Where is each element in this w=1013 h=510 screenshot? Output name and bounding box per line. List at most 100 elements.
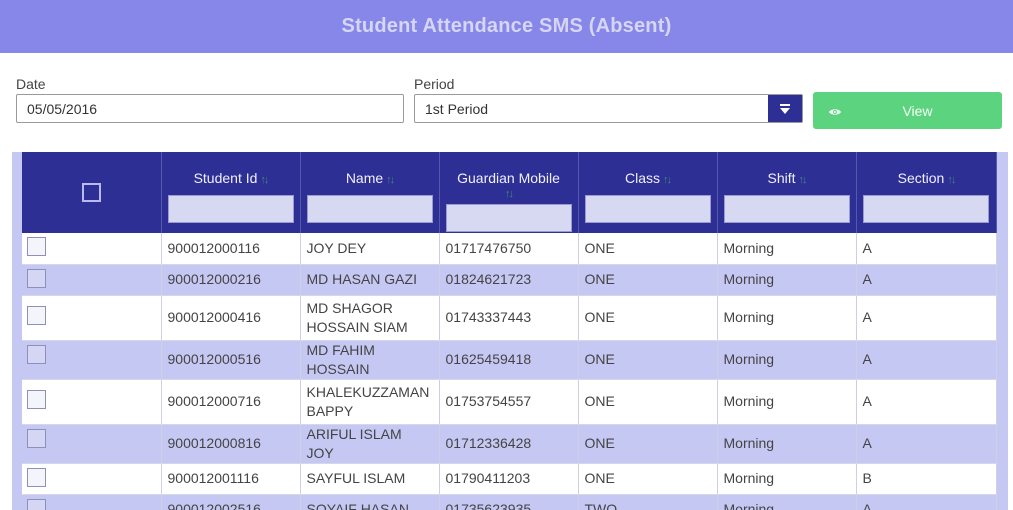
row-select-cell bbox=[22, 424, 162, 464]
name-cell: SAYFUL ISLAM bbox=[300, 463, 440, 495]
view-button[interactable]: View bbox=[813, 92, 1002, 129]
student-id-cell: 900012001116 bbox=[161, 463, 301, 495]
table-row[interactable]: 900012000416 MD SHAGOR HOSSAIN SIAM 0174… bbox=[22, 295, 997, 341]
row-checkbox[interactable] bbox=[27, 428, 46, 448]
row-select-cell bbox=[22, 463, 162, 495]
column-student-id[interactable]: Student Id ↑↓ bbox=[161, 152, 301, 233]
section-cell: A bbox=[856, 340, 997, 380]
class-filter-input[interactable] bbox=[584, 195, 711, 223]
select-all-checkbox[interactable] bbox=[81, 183, 101, 202]
period-select-value: 1st Period bbox=[425, 100, 489, 117]
shift-cell: Morning bbox=[717, 264, 857, 296]
student-id-cell: 900012000116 bbox=[161, 233, 301, 265]
period-select[interactable]: 1st Period bbox=[414, 94, 803, 123]
eye-icon bbox=[828, 104, 842, 120]
student-table: Student Id ↑↓ Name ↑↓ Guardian Mobile ↑↓ Cl… bbox=[22, 152, 997, 510]
shift-cell: Morning bbox=[717, 379, 857, 425]
section-cell: B bbox=[856, 463, 997, 495]
row-select-cell bbox=[22, 295, 162, 341]
page-title: Student Attendance SMS (Absent) bbox=[341, 15, 672, 37]
student-id-cell: 900012002516 bbox=[161, 494, 301, 510]
table-row[interactable]: 900012001116 SAYFUL ISLAM 01790411203 ON… bbox=[22, 463, 997, 495]
student-id-cell: 900012000516 bbox=[161, 340, 301, 380]
row-checkbox[interactable] bbox=[27, 344, 46, 364]
class-cell: ONE bbox=[578, 295, 718, 341]
row-select-cell bbox=[22, 494, 162, 510]
sort-icon[interactable]: ↑↓ bbox=[663, 174, 672, 186]
mobile-cell: 01625459418 bbox=[439, 340, 579, 380]
date-label: Date bbox=[16, 76, 46, 92]
date-input[interactable] bbox=[16, 94, 404, 123]
column-header-label: Shift bbox=[767, 170, 796, 186]
section-cell: A bbox=[856, 424, 997, 464]
column-header-label: Student Id bbox=[193, 170, 258, 186]
name-cell: ARIFUL ISLAM JOY bbox=[300, 424, 440, 464]
student-id-cell: 900012000816 bbox=[161, 424, 301, 464]
sort-icon[interactable]: ↑↓ bbox=[260, 174, 269, 186]
mobile-cell: 01753754557 bbox=[439, 379, 579, 425]
class-cell: TWO bbox=[578, 494, 718, 510]
row-select-cell bbox=[22, 340, 162, 380]
column-shift[interactable]: Shift ↑↓ bbox=[717, 152, 857, 233]
column-class[interactable]: Class ↑↓ bbox=[578, 152, 718, 233]
row-checkbox[interactable] bbox=[27, 305, 46, 325]
class-cell: ONE bbox=[578, 233, 718, 265]
section-cell: A bbox=[856, 379, 997, 425]
period-label: Period bbox=[414, 76, 455, 92]
name-cell: KHALEKUZZAMAN BAPPY bbox=[300, 379, 440, 425]
table-row[interactable]: 900012000816 ARIFUL ISLAM JOY 0171233642… bbox=[22, 424, 997, 464]
column-guardian-mobile[interactable]: Guardian Mobile ↑↓ bbox=[439, 152, 579, 233]
name-cell: MD HASAN GAZI bbox=[300, 264, 440, 296]
column-name[interactable]: Name ↑↓ bbox=[300, 152, 440, 233]
section-filter-input[interactable] bbox=[863, 195, 989, 223]
row-checkbox[interactable] bbox=[27, 389, 46, 409]
row-checkbox[interactable] bbox=[27, 237, 46, 256]
student-id-filter-input[interactable] bbox=[167, 195, 294, 223]
column-section[interactable]: Section ↑↓ bbox=[856, 152, 997, 233]
mobile-cell: 01717476750 bbox=[439, 233, 579, 265]
table-row[interactable]: 900012002516 SOYAIF HASAN 01735623935 TW… bbox=[22, 494, 997, 510]
mobile-cell: 01743337443 bbox=[439, 295, 579, 341]
class-cell: ONE bbox=[578, 340, 718, 380]
class-cell: ONE bbox=[578, 424, 718, 464]
name-cell: SOYAIF HASAN bbox=[300, 494, 440, 510]
table-row[interactable]: 900012000716 KHALEKUZZAMAN BAPPY 0175375… bbox=[22, 379, 997, 425]
name-cell: MD FAHIM HOSSAIN bbox=[300, 340, 440, 380]
section-cell: A bbox=[856, 233, 997, 265]
sort-icon[interactable]: ↑↓ bbox=[386, 174, 395, 186]
column-header-label: Name bbox=[345, 170, 384, 186]
select-all-column bbox=[22, 152, 162, 233]
row-checkbox[interactable] bbox=[27, 467, 46, 487]
name-filter-input[interactable] bbox=[306, 195, 433, 223]
shift-cell: Morning bbox=[717, 295, 857, 341]
table-header-row: Student Id ↑↓ Name ↑↓ Guardian Mobile ↑↓ Cl… bbox=[22, 152, 997, 233]
section-cell: A bbox=[856, 295, 997, 341]
row-checkbox[interactable] bbox=[27, 498, 46, 510]
shift-cell: Morning bbox=[717, 233, 857, 265]
name-cell: MD SHAGOR HOSSAIN SIAM bbox=[300, 295, 440, 341]
row-select-cell bbox=[22, 264, 162, 296]
column-header-label: Class bbox=[624, 170, 660, 186]
sort-icon[interactable]: ↑↓ bbox=[446, 188, 572, 200]
sort-icon[interactable]: ↑↓ bbox=[947, 174, 956, 186]
mobile-cell: 01712336428 bbox=[439, 424, 579, 464]
page-header: Student Attendance SMS (Absent) bbox=[0, 0, 1013, 53]
shift-cell: Morning bbox=[717, 463, 857, 495]
row-select-cell bbox=[22, 233, 162, 265]
row-select-cell bbox=[22, 379, 162, 425]
table-row[interactable]: 900012000216 MD HASAN GAZI 01824621723 O… bbox=[22, 264, 997, 296]
name-cell: JOY DEY bbox=[300, 233, 440, 265]
sort-icon[interactable]: ↑↓ bbox=[799, 174, 808, 186]
shift-cell: Morning bbox=[717, 494, 857, 510]
chevron-down-icon[interactable] bbox=[768, 95, 802, 122]
row-checkbox[interactable] bbox=[27, 268, 46, 288]
guardian-mobile-filter-input[interactable] bbox=[445, 204, 572, 232]
table-row[interactable]: 900012000516 MD FAHIM HOSSAIN 0162545941… bbox=[22, 340, 997, 380]
class-cell: ONE bbox=[578, 264, 718, 296]
class-cell: ONE bbox=[578, 463, 718, 495]
table-row[interactable]: 900012000116 JOY DEY 01717476750 ONE Mor… bbox=[22, 233, 997, 265]
mobile-cell: 01735623935 bbox=[439, 494, 579, 510]
shift-filter-input[interactable] bbox=[723, 195, 850, 223]
mobile-cell: 01824621723 bbox=[439, 264, 579, 296]
shift-cell: Morning bbox=[717, 340, 857, 380]
